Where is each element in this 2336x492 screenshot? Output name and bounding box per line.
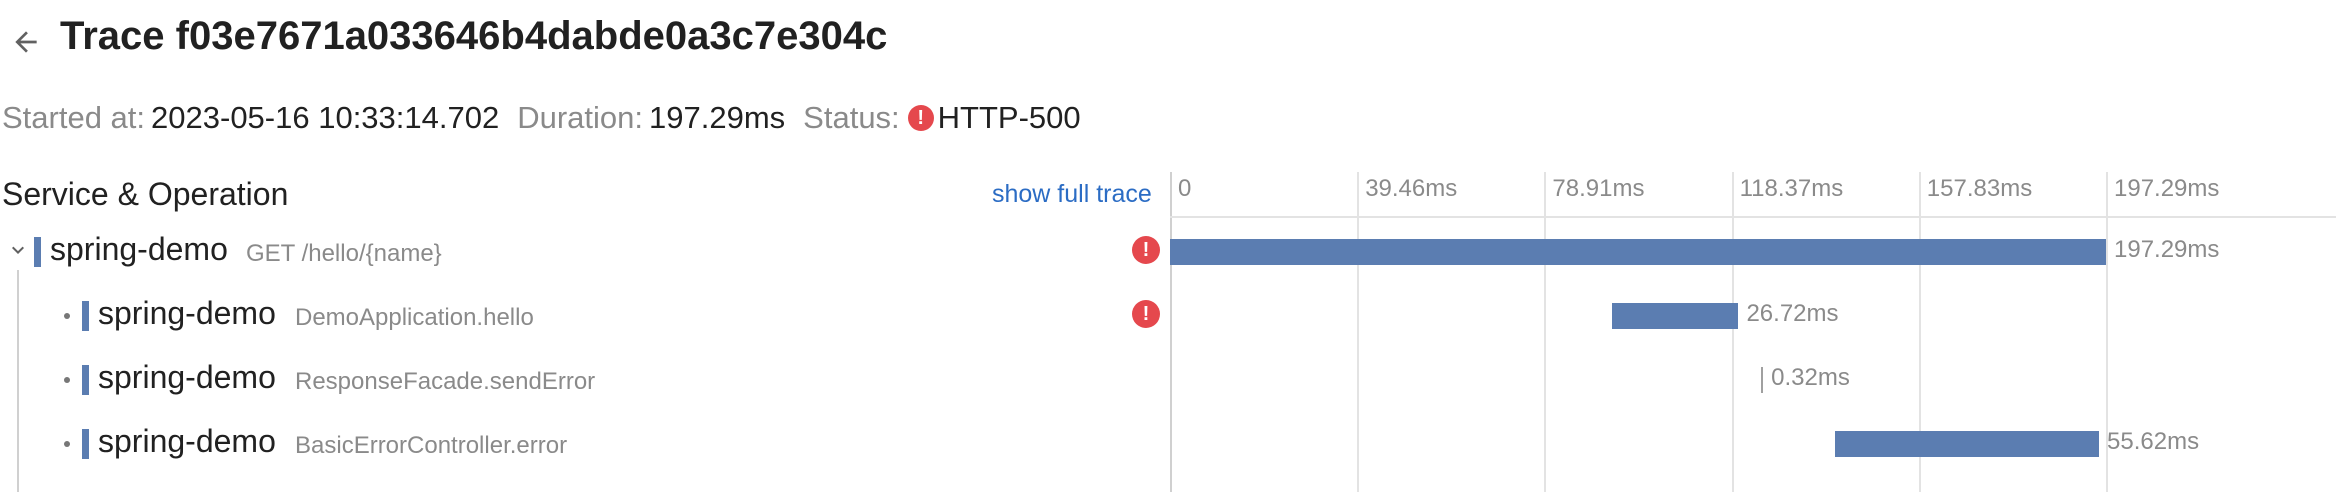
service-color-marker [82,301,89,331]
tree-node-dot [64,377,70,383]
span-operation-name: BasicErrorController.error [295,432,568,459]
started-label: Started at: [2,100,146,135]
timeline-tick-label: 39.46ms [1365,175,1458,202]
timeline-header-rule [1170,216,2336,218]
duration-label: Duration: [517,100,644,135]
error-icon: ! [1132,236,1160,264]
span-operation-name: DemoApplication.hello [295,304,534,331]
span-duration-label: 0.32ms [1771,364,1850,391]
span-service-name: spring-demo [98,359,276,395]
span-operation-name: GET /hello/{name} [246,240,442,267]
span-bar[interactable] [1835,431,2100,457]
show-full-trace-link[interactable]: show full trace [992,180,1152,209]
span-duration-label: 26.72ms [1746,300,1839,327]
timeline-tick-label: 0 [1178,175,1192,202]
trace-header: Trace f03e7671a033646b4dabde0a3c7e304c [0,0,2336,80]
timeline-gridline [1731,172,1734,492]
timeline-gridline [1544,172,1547,492]
span-service-name: spring-demo [50,231,228,267]
span-row[interactable]: spring-demo DemoApplication.hello! [0,286,1170,346]
status-label: Status: [803,100,900,135]
timeline-tick-label: 157.83ms [1926,175,2033,202]
span-row[interactable]: spring-demo BasicErrorController.error [0,414,1170,474]
timeline-gridline [1170,172,1172,492]
tree-node-dot [64,441,70,447]
duration-value: 197.29ms [649,100,786,135]
timeline-tick-label: 78.91ms [1552,175,1645,202]
error-icon: ! [1132,300,1160,328]
span-service-name: spring-demo [98,295,276,331]
started-value: 2023-05-16 10:33:14.702 [151,100,500,135]
span-service-name: spring-demo [98,423,276,459]
span-bar[interactable] [1761,367,1764,393]
tree-node-dot [64,313,70,319]
span-row[interactable]: spring-demo ResponseFacade.sendError [0,350,1170,410]
timeline-tick-label: 118.37ms [1739,175,1844,202]
span-bar[interactable] [1611,303,1739,329]
error-icon: ! [907,105,934,131]
span-row[interactable]: spring-demo GET /hello/{name}! [0,222,1170,282]
span-duration-label: 197.29ms [2114,236,2220,263]
arrow-left-icon [15,31,37,53]
span-duration-label: 55.62ms [2107,428,2200,455]
status-value: HTTP-500 [937,100,1081,135]
timeline-tick-label: 197.29ms [2114,175,2220,202]
service-color-marker [82,429,89,459]
timeline-gridline [1357,172,1360,492]
service-color-marker [82,365,89,395]
back-button[interactable] [6,22,46,62]
span-bar[interactable] [1170,239,2106,265]
chevron-down-icon[interactable] [6,238,30,262]
span-operation-name: ResponseFacade.sendError [295,368,596,395]
service-color-marker [34,237,41,267]
page-title: Trace f03e7671a033646b4dabde0a3c7e304c [60,14,888,58]
trace-summary: Started at: 2023-05-16 10:33:14.702 Dura… [2,100,1099,136]
service-operation-header: Service & Operation [2,176,289,212]
